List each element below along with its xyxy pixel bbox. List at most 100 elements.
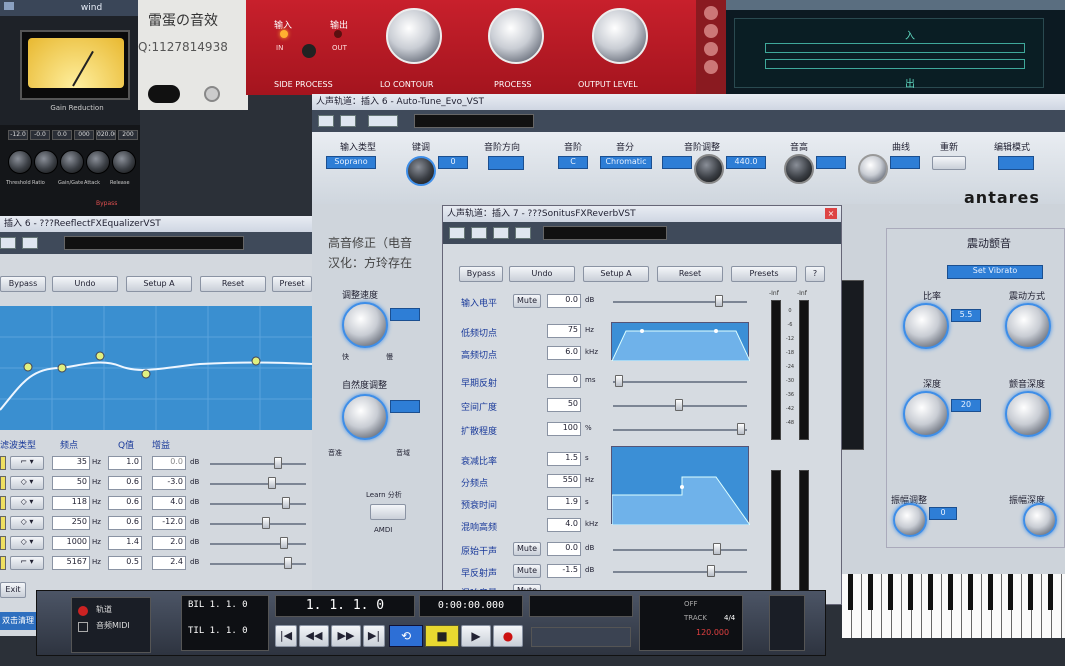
pitch-field[interactable]: [816, 156, 846, 169]
filter-type-select[interactable]: ◇ ▾: [10, 476, 44, 490]
band-gain[interactable]: 2.0: [152, 536, 186, 550]
rate-field[interactable]: 5.5: [951, 309, 981, 322]
filter-type-select[interactable]: ◇ ▾: [10, 516, 44, 530]
curve-field[interactable]: [890, 156, 920, 169]
dry-field[interactable]: 0.0: [547, 542, 581, 556]
read-icon[interactable]: [368, 115, 398, 127]
crossover-field[interactable]: 550: [547, 474, 581, 488]
power-icon[interactable]: [318, 115, 334, 127]
room-size-field[interactable]: 50: [547, 398, 581, 412]
predecay-field[interactable]: 1.9: [547, 496, 581, 510]
low-cut-field[interactable]: 75: [547, 324, 581, 338]
compressor-value-box[interactable]: 0.0: [52, 130, 72, 140]
band-gain[interactable]: 0.0: [152, 456, 186, 470]
reverb-power-icon[interactable]: [449, 227, 465, 239]
filter-type-select[interactable]: ◇ ▾: [10, 536, 44, 550]
tempo-value[interactable]: 120.000: [696, 628, 729, 637]
reverb-read-icon[interactable]: [493, 227, 509, 239]
band-gain[interactable]: -12.0: [152, 516, 186, 530]
band-enable[interactable]: [0, 496, 6, 510]
compressor-value-box[interactable]: 200: [118, 130, 138, 140]
eq-undo-button[interactable]: Undo: [52, 276, 118, 292]
cents-value[interactable]: 440.0: [726, 156, 766, 169]
lo-contour-knob[interactable]: [386, 8, 442, 64]
early-reflection-field[interactable]: 0: [547, 374, 581, 388]
eq-preset-select[interactable]: [64, 236, 244, 250]
bypass-icon[interactable]: [340, 115, 356, 127]
band-q[interactable]: 0.5: [108, 556, 142, 570]
depth-field[interactable]: 20: [951, 399, 981, 412]
band-slider-thumb[interactable]: [274, 457, 282, 469]
preset-select[interactable]: [414, 114, 534, 128]
band-freq[interactable]: 50: [52, 476, 90, 490]
time-signature[interactable]: 4/4: [724, 614, 735, 622]
band-freq[interactable]: 118: [52, 496, 90, 510]
reverb-help-button[interactable]: ?: [805, 266, 825, 282]
input-level-field[interactable]: 0.0: [547, 294, 581, 308]
play-button[interactable]: ▶: [461, 625, 491, 647]
time-display[interactable]: 0:00:00.000: [419, 595, 523, 617]
record-button[interactable]: ●: [493, 625, 523, 647]
compressor-knob[interactable]: [112, 150, 136, 174]
band-enable[interactable]: [0, 456, 6, 470]
band-slider[interactable]: [210, 557, 306, 569]
cents-field[interactable]: [662, 156, 692, 169]
band-freq[interactable]: 5167: [52, 556, 90, 570]
compressor-value-box[interactable]: 020.00: [96, 130, 116, 140]
forward-button[interactable]: ▶▶: [331, 625, 361, 647]
early-mute-button[interactable]: Mute: [513, 564, 541, 578]
key-value[interactable]: 0: [438, 156, 468, 169]
rate-knob[interactable]: [903, 303, 949, 349]
go-to-end-button[interactable]: ▶|: [363, 625, 385, 647]
master-fader[interactable]: [769, 595, 805, 651]
band-freq[interactable]: 250: [52, 516, 90, 530]
compressor-knob[interactable]: [86, 150, 110, 174]
compressor-knob[interactable]: [60, 150, 84, 174]
filter-type-select[interactable]: ⌐ ▾: [10, 556, 44, 570]
filter-graph[interactable]: [611, 322, 751, 362]
filter-type-select[interactable]: ⌐ ▾: [10, 456, 44, 470]
decay-field[interactable]: 1.5: [547, 452, 581, 466]
band-q[interactable]: 1.0: [108, 456, 142, 470]
key-knob[interactable]: [406, 156, 436, 186]
out-led[interactable]: [334, 30, 342, 38]
eq-title-bar[interactable]: 插入 6 - ???ReeflectFXEqualizerVST: [0, 216, 312, 232]
autotune-title-bar[interactable]: 人声轨道：插入 6 - Auto-Tune_Evo_VST: [312, 94, 1065, 110]
band-q[interactable]: 0.6: [108, 476, 142, 490]
band-gain[interactable]: -3.0: [152, 476, 186, 490]
eq-graph[interactable]: [0, 306, 313, 430]
edit-mode-toggle[interactable]: [998, 156, 1034, 170]
cycle-button[interactable]: ⟲: [389, 625, 423, 647]
reverb-undo-button[interactable]: Undo: [509, 266, 575, 282]
reverb-title-bar[interactable]: 人声轨道：插入 7 - ???SonitusFXReverbVST ×: [443, 206, 841, 222]
filter-type-select[interactable]: ◇ ▾: [10, 496, 44, 510]
curve-knob[interactable]: [858, 154, 888, 184]
compressor-title-bar[interactable]: wind: [0, 0, 140, 16]
stop-button[interactable]: ■: [425, 625, 459, 647]
band-slider-thumb[interactable]: [268, 477, 276, 489]
dry-thumb[interactable]: [713, 543, 721, 555]
diffusion-field[interactable]: 100: [547, 422, 581, 436]
scale-direction-toggle[interactable]: [488, 156, 524, 170]
band-gain[interactable]: 2.4: [152, 556, 186, 570]
amplitude-field[interactable]: 0: [929, 507, 957, 520]
diffusion-slider[interactable]: [613, 423, 747, 435]
diffusion-thumb[interactable]: [737, 423, 745, 435]
band-slider-thumb[interactable]: [280, 537, 288, 549]
band-slider[interactable]: [210, 517, 306, 529]
power-icon[interactable]: [204, 86, 220, 102]
eq-bypass-button[interactable]: Bypass: [0, 276, 46, 292]
reverb-bypass-button[interactable]: Bypass: [459, 266, 503, 282]
pill-button[interactable]: [148, 85, 180, 103]
band-slider-thumb[interactable]: [282, 497, 290, 509]
band-freq[interactable]: 35: [52, 456, 90, 470]
reverb-write-icon[interactable]: [515, 227, 531, 239]
band-q[interactable]: 0.6: [108, 516, 142, 530]
scale-adjust-knob[interactable]: [694, 154, 724, 184]
eq-bypass-icon[interactable]: [22, 237, 38, 249]
band-gain[interactable]: 4.0: [152, 496, 186, 510]
compressor-bypass-label[interactable]: Bypass: [96, 200, 117, 207]
go-to-start-button[interactable]: |◀: [275, 625, 297, 647]
band-q[interactable]: 0.6: [108, 496, 142, 510]
band-slider[interactable]: [210, 477, 306, 489]
